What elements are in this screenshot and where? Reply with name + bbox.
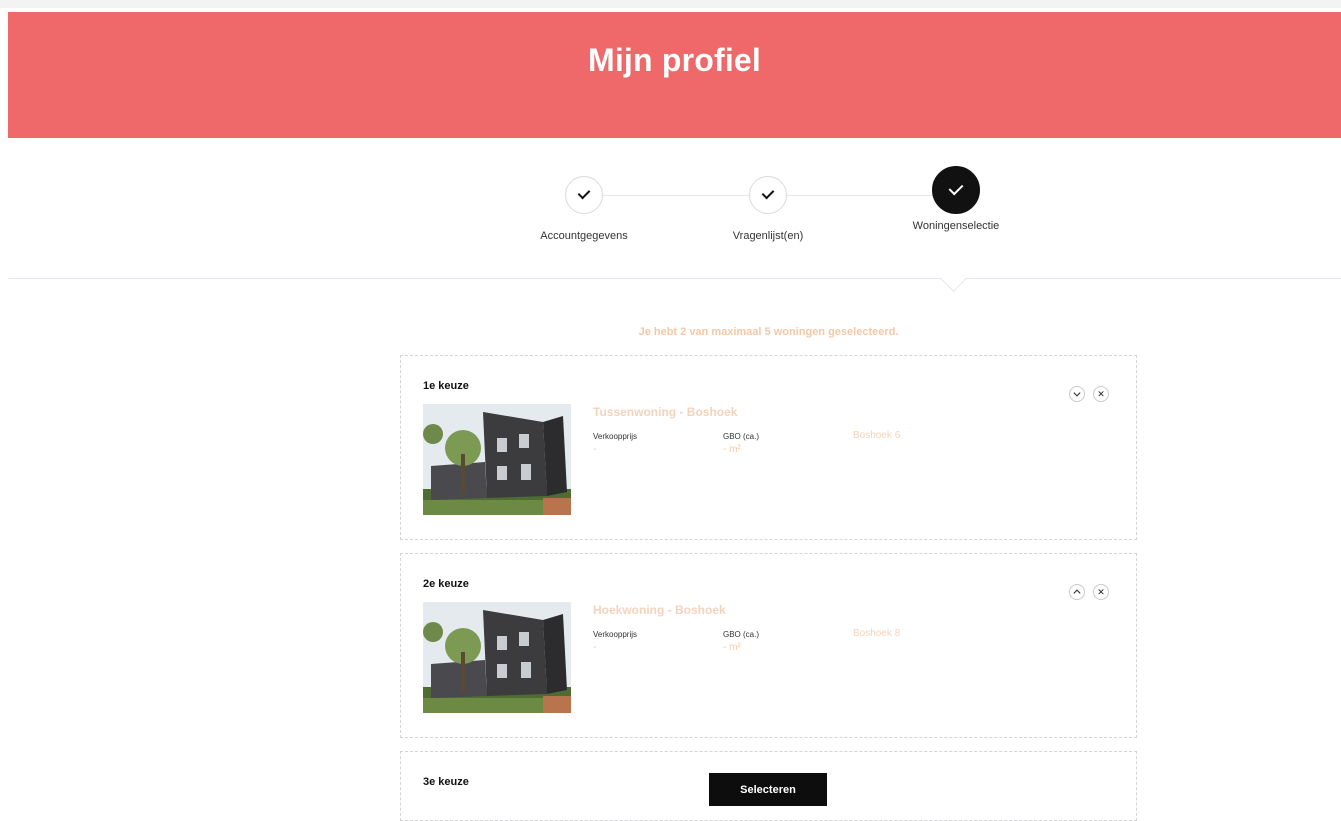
step-circle bbox=[565, 176, 603, 214]
move-down-button[interactable] bbox=[1069, 386, 1085, 402]
move-up-button[interactable] bbox=[1069, 584, 1085, 600]
step-vragenlijsten[interactable]: Vragenlijst(en) bbox=[698, 176, 838, 242]
card-title: 2e keuze bbox=[423, 578, 469, 590]
close-icon: ✕ bbox=[1097, 587, 1105, 597]
house-photo[interactable] bbox=[423, 602, 571, 713]
step-label: Woningenselectie bbox=[912, 220, 1000, 232]
remove-button[interactable]: ✕ bbox=[1093, 386, 1109, 402]
price-value: - bbox=[593, 642, 597, 653]
price-label: Verkoopprijs bbox=[593, 432, 638, 441]
step-accountgegevens[interactable]: Accountgegevens bbox=[514, 176, 654, 242]
step-woningenselectie[interactable]: Woningenselectie bbox=[886, 166, 1026, 232]
select-house-button[interactable]: Selecteren bbox=[709, 773, 827, 806]
area-label: GBO (ca.) bbox=[723, 630, 760, 639]
area-value: - m² bbox=[723, 642, 741, 653]
check-icon bbox=[761, 186, 775, 200]
house-name[interactable]: Hoekwoning - Boshoek bbox=[593, 603, 726, 617]
area-label: GBO (ca.) bbox=[723, 432, 760, 441]
step-circle bbox=[749, 176, 787, 214]
price-value: - bbox=[593, 444, 597, 455]
house-photo[interactable] bbox=[423, 404, 571, 515]
check-icon bbox=[948, 180, 964, 196]
house-address: Boshoek 6 bbox=[853, 430, 901, 441]
progress-steps: Accountgegevens Vragenlijst(en) Woningen… bbox=[8, 138, 1341, 292]
step-label: Vragenlijst(en) bbox=[732, 230, 804, 242]
selection-card-1: 1e keuze Tussenwoning - Boshoek Verkoopp… bbox=[400, 355, 1137, 540]
page-title: Mijn profiel bbox=[587, 42, 762, 78]
house-illustration bbox=[423, 404, 571, 515]
selection-card-2: 2e keuze Hoekwoning - Boshoek Verkooppri… bbox=[400, 553, 1137, 738]
house-illustration bbox=[423, 602, 571, 713]
check-icon bbox=[577, 186, 591, 200]
step-label: Accountgegevens bbox=[540, 230, 628, 242]
close-icon: ✕ bbox=[1097, 389, 1105, 399]
house-name[interactable]: Tussenwoning - Boshoek bbox=[593, 405, 737, 419]
selection-notice: Je hebt 2 van maximaal 5 woningen gesele… bbox=[638, 326, 899, 338]
step-circle-active bbox=[932, 166, 980, 214]
page-top-strip bbox=[0, 0, 1341, 8]
house-address: Boshoek 8 bbox=[853, 628, 901, 639]
active-step-pointer bbox=[940, 265, 967, 292]
area-value: - m² bbox=[723, 444, 741, 455]
price-label: Verkoopprijs bbox=[593, 630, 638, 639]
card-title: 1e keuze bbox=[423, 380, 469, 392]
card-title: 3e keuze bbox=[423, 776, 469, 788]
page-header: Mijn profiel bbox=[8, 12, 1341, 138]
remove-button[interactable]: ✕ bbox=[1093, 584, 1109, 600]
